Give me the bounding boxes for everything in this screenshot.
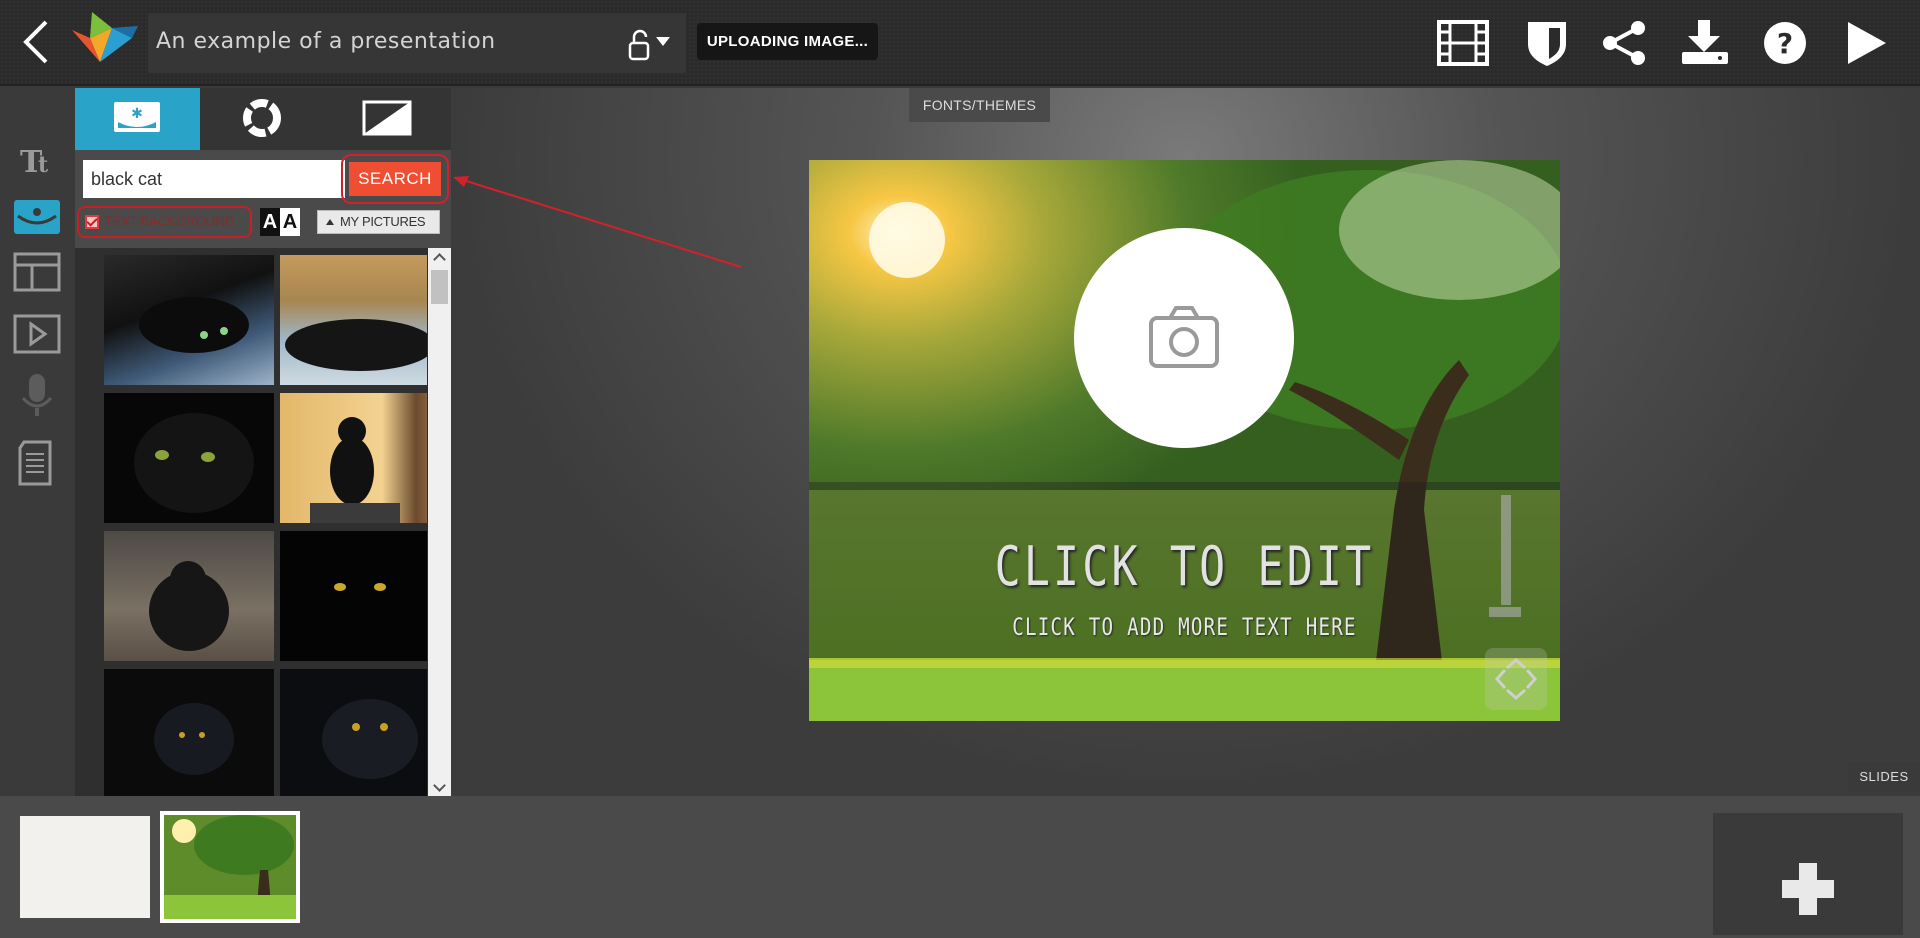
text-position-slider[interactable]	[1501, 495, 1511, 605]
image-result[interactable]	[280, 531, 427, 661]
results-scrollbar[interactable]	[428, 248, 451, 796]
privacy-lock-icon[interactable]	[626, 25, 674, 65]
slide-subtitle[interactable]: CLICK TO ADD MORE TEXT HERE	[884, 613, 1485, 641]
text-background-toggle[interactable]: TEXT BACKGROUND	[77, 206, 252, 238]
layout-tool-icon[interactable]	[12, 250, 62, 296]
presentation-title[interactable]: An example of a presentation	[156, 29, 496, 54]
add-slide-button[interactable]	[1713, 813, 1903, 935]
upload-status-badge: UPLOADING IMAGE...	[697, 23, 878, 60]
app-logo-icon	[62, 8, 140, 78]
video-tool-icon[interactable]	[12, 312, 62, 358]
svg-text:t: t	[38, 152, 49, 178]
notes-document-icon[interactable]	[12, 440, 62, 486]
presentation-title-box[interactable]: An example of a presentation	[148, 13, 686, 73]
panel-tabs: ✱	[75, 88, 451, 150]
top-toolbar: An example of a presentation UPLOADING I…	[0, 0, 1920, 86]
svg-text:✱: ✱	[131, 106, 143, 122]
tab-theme-colors[interactable]	[200, 88, 325, 150]
fonts-themes-tab[interactable]: FONTS/THEMES	[909, 88, 1050, 122]
image-result[interactable]	[104, 531, 274, 661]
image-result[interactable]	[280, 255, 427, 385]
share-icon[interactable]	[1598, 18, 1652, 68]
image-search-input[interactable]	[83, 160, 345, 198]
tab-background-contrast[interactable]	[325, 88, 450, 150]
search-button-highlight: SEARCH	[341, 154, 449, 204]
scrollbar-thumb[interactable]	[431, 270, 448, 304]
slides-panel-label[interactable]: SLIDES	[1848, 762, 1920, 792]
image-search-panel: ✱ SEARCH TEXT BACKGROUND A A MY PICT	[75, 88, 451, 796]
download-icon[interactable]	[1678, 18, 1732, 68]
my-pictures-button[interactable]: MY PICTURES	[317, 210, 440, 234]
scroll-down-arrow-icon[interactable]	[428, 778, 451, 796]
film-icon[interactable]	[1436, 18, 1490, 68]
scroll-up-arrow-icon[interactable]	[428, 248, 451, 266]
text-contrast-dark: A	[260, 208, 280, 236]
text-contrast-light: A	[282, 211, 298, 233]
photo-placeholder[interactable]	[1074, 228, 1294, 448]
image-result[interactable]	[280, 669, 427, 796]
play-icon[interactable]	[1840, 18, 1894, 68]
help-icon[interactable]: ?	[1758, 18, 1812, 68]
search-button[interactable]: SEARCH	[349, 162, 441, 196]
slider-base	[1489, 607, 1521, 617]
image-result[interactable]	[280, 393, 427, 523]
image-result[interactable]	[104, 669, 274, 796]
text-tool-icon[interactable]: T t	[12, 138, 62, 184]
image-result[interactable]	[104, 255, 274, 385]
image-results-grid	[75, 248, 427, 796]
slide-title[interactable]: CLICK TO EDIT	[884, 535, 1485, 598]
text-background-checkbox[interactable]	[85, 215, 99, 229]
move-handle-icon[interactable]	[1485, 648, 1547, 710]
microphone-icon[interactable]	[12, 374, 62, 420]
camera-icon	[1149, 306, 1219, 368]
tab-images[interactable]: ✱	[75, 88, 200, 150]
text-contrast-toggle[interactable]: A A	[260, 208, 300, 236]
shield-icon[interactable]	[1520, 18, 1574, 68]
search-bar: SEARCH TEXT BACKGROUND A A MY PICTURES	[75, 150, 451, 248]
svg-text:?: ?	[1777, 27, 1793, 60]
back-arrow-icon[interactable]	[18, 16, 54, 68]
text-background-label: TEXT BACKGROUND	[104, 214, 235, 229]
slide-canvas[interactable]: CLICK TO EDIT CLICK TO ADD MORE TEXT HER…	[809, 160, 1560, 721]
slide-thumbnail[interactable]	[20, 816, 150, 918]
image-tool-icon[interactable]	[12, 196, 62, 242]
slide-thumbnail-selected[interactable]	[160, 811, 300, 923]
tool-rail: T t	[0, 88, 75, 796]
image-result[interactable]	[104, 393, 274, 523]
slides-strip	[0, 796, 1920, 938]
